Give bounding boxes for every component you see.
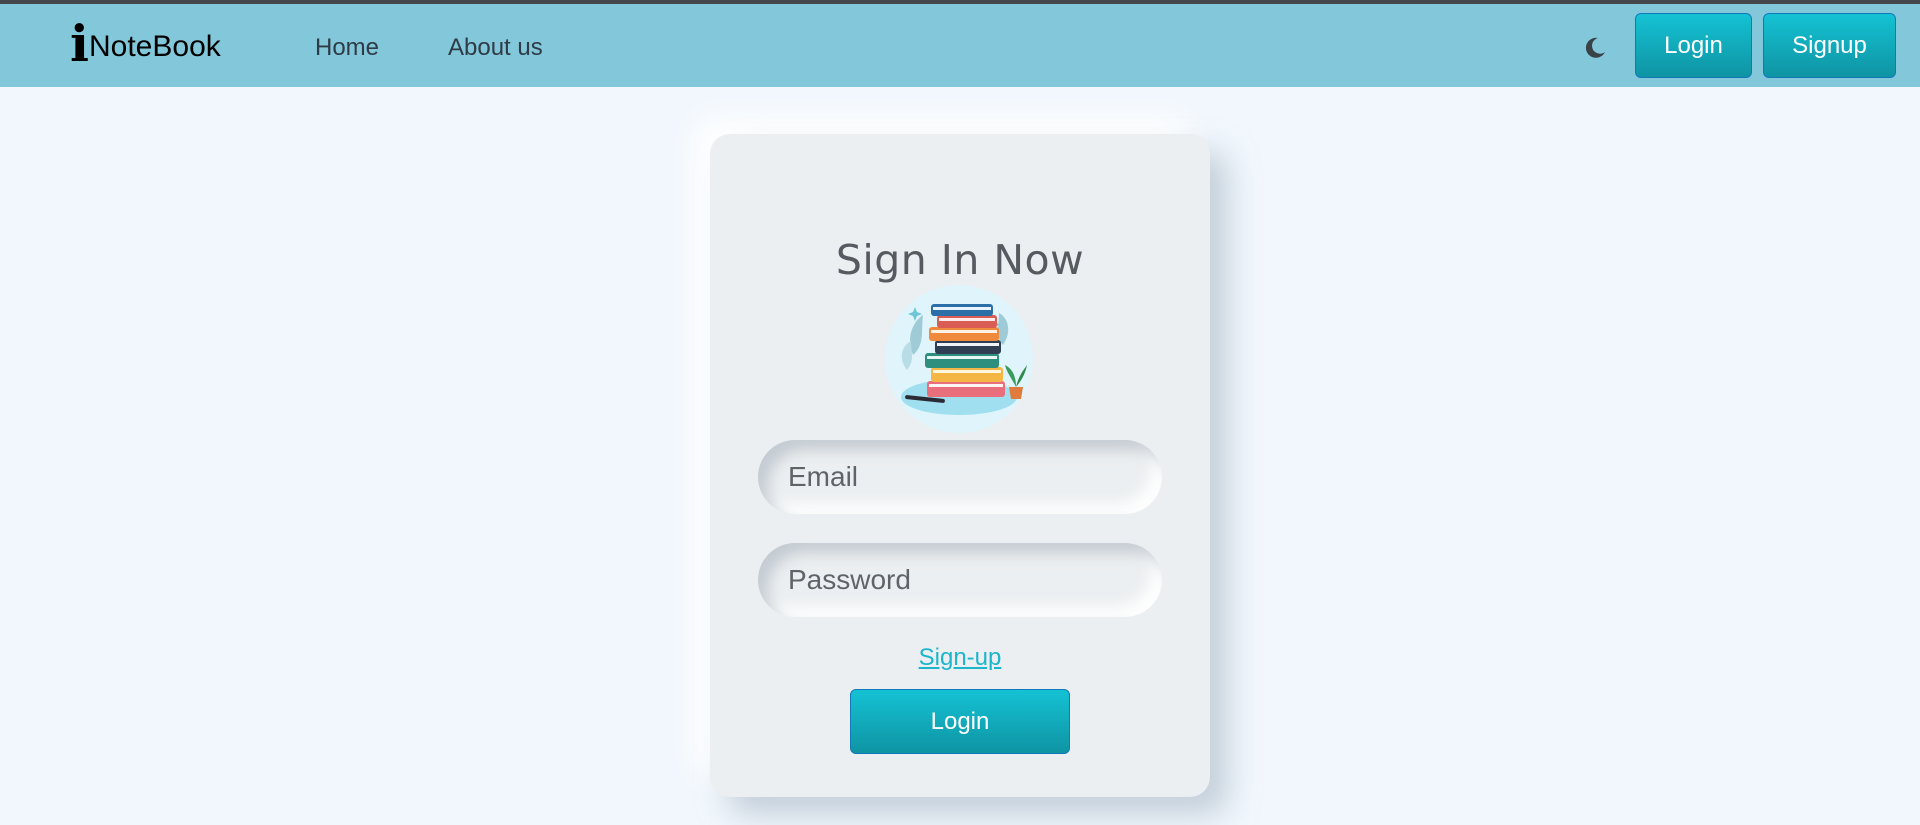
navbar: i NoteBook Home About us Login Signup — [0, 0, 1920, 87]
brand-name: NoteBook — [89, 30, 221, 63]
login-submit-button[interactable]: Login — [850, 689, 1070, 754]
stack-of-books-icon — [885, 285, 1033, 433]
signup-link[interactable]: Sign-up — [710, 644, 1210, 672]
nav-home-link[interactable]: Home — [315, 34, 379, 62]
navbar-signup-button[interactable]: Signup — [1763, 13, 1896, 78]
signin-card: Sign In Now Email Sign-up Login — [710, 134, 1210, 797]
brand-i: i — [70, 14, 89, 73]
nav-about-link[interactable]: About us — [448, 34, 543, 62]
brand-logo[interactable]: i NoteBook — [70, 16, 221, 72]
password-field[interactable] — [758, 543, 1162, 617]
navbar-login-button[interactable]: Login — [1635, 13, 1752, 78]
moon-icon[interactable] — [1582, 35, 1608, 61]
books-illustration — [885, 285, 1033, 433]
signin-title: Sign In Now — [835, 236, 1085, 284]
email-field[interactable] — [758, 440, 1162, 514]
